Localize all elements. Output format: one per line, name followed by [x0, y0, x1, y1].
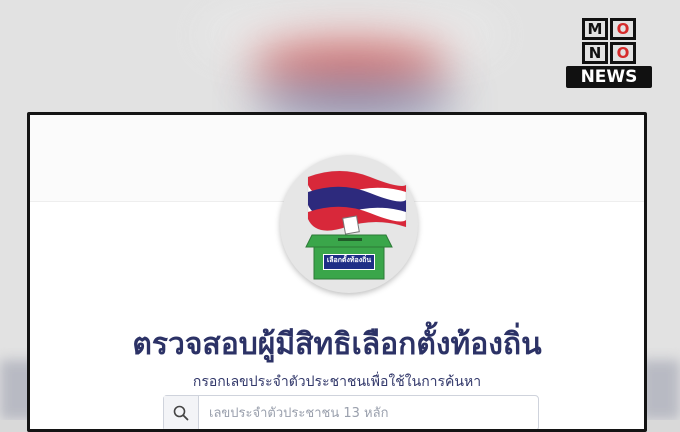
flag-ballot-box-icon: เลือกตั้งท้องถิ่น — [280, 155, 418, 293]
logo-word: NEWS — [566, 66, 652, 88]
background-blur — [250, 40, 450, 90]
logo-letter: O — [610, 42, 636, 64]
logo-letter: M — [582, 18, 608, 40]
search-field[interactable] — [163, 395, 539, 429]
emblem-graphic — [305, 170, 407, 280]
logo-letter: O — [610, 18, 636, 40]
ballot-box-label: เลือกตั้งท้องถิ่น — [323, 254, 375, 270]
logo-letter: N — [582, 42, 608, 64]
citizen-id-input[interactable] — [199, 396, 538, 429]
page-title: ตรวจสอบผู้มีสิทธิเลือกตั้งท้องถิ่น — [132, 327, 542, 362]
search-icon[interactable] — [164, 396, 199, 429]
page-subtitle: กรอกเลขประจำตัวประชาชนเพื่อใช้ในการค้นหา — [192, 374, 482, 390]
mono-news-logo: M O N O NEWS — [566, 18, 652, 92]
screenshot-card: เลือกตั้งท้องถิ่น ตรวจสอบผู้มีสิทธิเลือก… — [27, 112, 647, 432]
